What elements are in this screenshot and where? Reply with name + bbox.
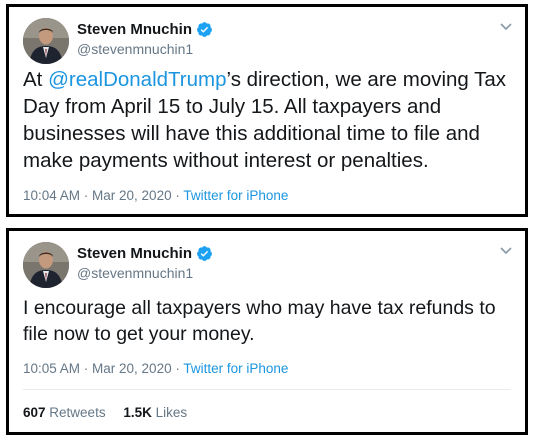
author-handle[interactable]: @stevenmnuchin1 [77, 265, 193, 281]
tweet-card[interactable]: Steven Mnuchin @stevenmnuchin1 At @realD… [6, 4, 528, 217]
timestamp[interactable]: 10:04 AM · Mar 20, 2020 · [23, 188, 183, 203]
divider [23, 389, 511, 390]
author-name[interactable]: Steven Mnuchin [77, 21, 192, 38]
likes-count[interactable]: 1.5K [123, 405, 152, 420]
likes-label[interactable]: Likes [156, 405, 188, 420]
retweets-label[interactable]: Retweets [49, 405, 105, 420]
mention-link[interactable]: @realDonaldTrump [48, 68, 226, 91]
tweet-meta: 10:05 AM · Mar 20, 2020 · Twitter for iP… [23, 361, 288, 376]
avatar[interactable] [23, 18, 69, 64]
source-link[interactable]: Twitter for iPhone [183, 188, 288, 203]
chevron-down-icon[interactable] [499, 243, 513, 257]
author-row: Steven Mnuchin [77, 245, 213, 262]
engagement-stats: 607 Retweets 1.5K Likes [23, 405, 201, 420]
tweet-text: I encourage all taxpayers who may have t… [23, 297, 496, 345]
tweet-card[interactable]: Steven Mnuchin @stevenmnuchin1 I encoura… [6, 228, 528, 435]
tweet-meta: 10:04 AM · Mar 20, 2020 · Twitter for iP… [23, 188, 288, 203]
avatar-image [23, 18, 69, 64]
tweet-text-prefix: At [23, 68, 49, 91]
retweets-count[interactable]: 607 [23, 405, 46, 420]
author-name[interactable]: Steven Mnuchin [77, 245, 192, 262]
avatar[interactable] [23, 242, 69, 288]
tweet-text: At @realDonaldTrump’s direction, we are … [23, 66, 518, 174]
verified-badge-icon [197, 246, 212, 261]
timestamp[interactable]: 10:05 AM · Mar 20, 2020 · [23, 361, 183, 376]
source-link[interactable]: Twitter for iPhone [183, 361, 288, 376]
author-row: Steven Mnuchin [77, 21, 213, 38]
verified-badge-icon [197, 22, 212, 37]
avatar-image [23, 242, 69, 288]
author-handle[interactable]: @stevenmnuchin1 [77, 41, 193, 57]
chevron-down-icon[interactable] [499, 19, 513, 33]
